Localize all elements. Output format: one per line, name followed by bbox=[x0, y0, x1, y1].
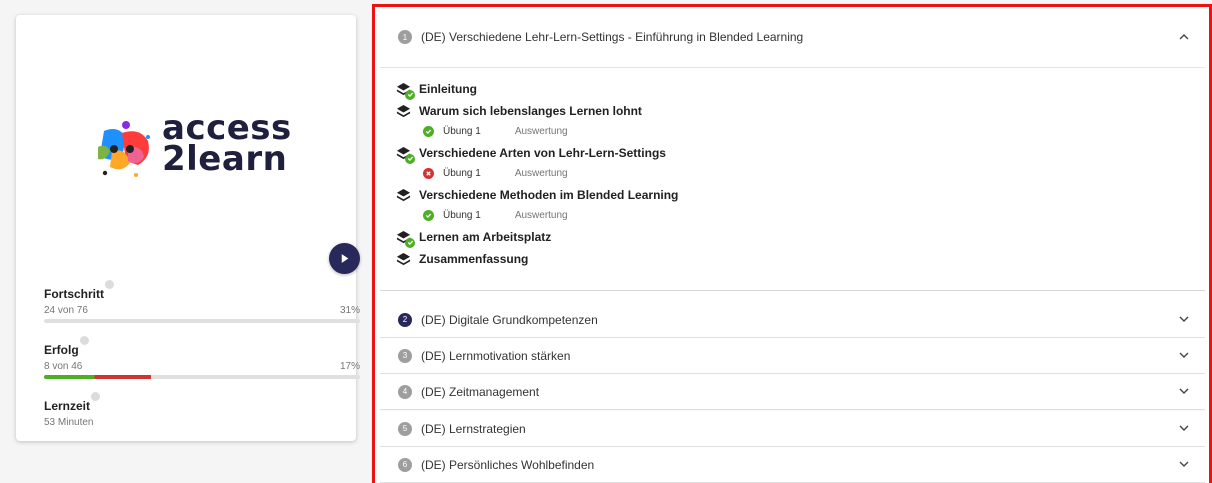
info-icon[interactable] bbox=[105, 280, 114, 289]
lesson-title: Warum sich lebenslanges Lernen lohnt bbox=[419, 104, 642, 118]
exercise-item: Übung 1 Auswertung bbox=[396, 120, 1205, 142]
course-card: access 2learn Fortschritt 24 von 76 31% … bbox=[16, 15, 360, 441]
chevron-down-icon[interactable] bbox=[1179, 423, 1189, 435]
section-header-1[interactable]: 1 (DE) Verschiedene Lehr-Lern-Settings -… bbox=[380, 7, 1205, 68]
layers-icon bbox=[396, 146, 415, 164]
success-label: Erfolg bbox=[44, 343, 79, 357]
lesson-title: Lernen am Arbeitsplatz bbox=[419, 230, 552, 244]
success-bar bbox=[44, 375, 360, 379]
section-number-badge: 5 bbox=[398, 421, 412, 436]
check-circle-icon bbox=[423, 125, 434, 137]
section-title: (DE) Verschiedene Lehr-Lern-Settings - E… bbox=[421, 30, 804, 44]
lesson-item[interactable]: Verschiedene Methoden im Blended Learnin… bbox=[396, 184, 1205, 206]
section-title: (DE) Persönliches Wohlbefinden bbox=[421, 457, 595, 472]
logo-text-line2: 2learn bbox=[162, 139, 288, 179]
success-percent: 17% bbox=[339, 361, 360, 372]
section-number-badge: 6 bbox=[398, 457, 412, 472]
layers-icon bbox=[396, 104, 411, 119]
logo-graphic bbox=[98, 121, 150, 177]
section-header-5[interactable]: 5 (DE) Lernstrategien bbox=[380, 411, 1205, 447]
chevron-down-icon[interactable] bbox=[1179, 350, 1189, 362]
progress-label: Fortschritt bbox=[44, 287, 104, 301]
check-circle-icon bbox=[405, 237, 415, 248]
learning-time-value: 53 Minuten bbox=[44, 417, 94, 428]
exercise-label[interactable]: Übung 1 bbox=[443, 168, 481, 179]
section-header-2[interactable]: 2 (DE) Digitale Grundkompetenzen bbox=[380, 302, 1205, 338]
lesson-item[interactable]: Einleitung bbox=[396, 78, 1205, 100]
lesson-title: Verschiedene Arten von Lehr-Lern-Setting… bbox=[419, 146, 666, 160]
section-expanded: 1 (DE) Verschiedene Lehr-Lern-Settings -… bbox=[380, 7, 1205, 291]
play-button[interactable] bbox=[329, 243, 360, 274]
play-icon bbox=[341, 254, 349, 263]
progress-count: 24 von 76 bbox=[44, 305, 88, 316]
success-count: 8 von 46 bbox=[44, 361, 83, 372]
evaluation-link[interactable]: Auswertung bbox=[515, 168, 568, 179]
section-number-badge: 1 bbox=[398, 30, 412, 44]
learning-time-stat: Lernzeit 53 Minuten bbox=[44, 392, 360, 428]
section-number-badge: 2 bbox=[398, 312, 412, 327]
section-header-6[interactable]: 6 (DE) Persönliches Wohlbefinden bbox=[380, 447, 1205, 483]
section-number-badge: 3 bbox=[398, 348, 412, 363]
progress-stat: Fortschritt 24 von 76 31% bbox=[44, 280, 360, 323]
lesson-title: Einleitung bbox=[419, 82, 477, 96]
section-header-3[interactable]: 3 (DE) Lernmotivation stärken bbox=[380, 338, 1205, 374]
layers-icon bbox=[396, 230, 415, 248]
section-number-badge: 4 bbox=[398, 384, 412, 399]
lesson-item[interactable]: Lernen am Arbeitsplatz bbox=[396, 226, 1205, 248]
lesson-item[interactable]: Verschiedene Arten von Lehr-Lern-Setting… bbox=[396, 142, 1205, 164]
layers-icon bbox=[396, 252, 411, 267]
lesson-title: Verschiedene Methoden im Blended Learnin… bbox=[419, 188, 679, 202]
chevron-up-icon[interactable] bbox=[1179, 31, 1189, 43]
evaluation-link[interactable]: Auswertung bbox=[515, 210, 568, 221]
course-page: access 2learn Fortschritt 24 von 76 31% … bbox=[0, 0, 1212, 483]
progress-bar bbox=[44, 319, 360, 323]
layers-icon bbox=[396, 82, 415, 100]
learning-time-label: Lernzeit bbox=[44, 399, 91, 413]
chevron-down-icon[interactable] bbox=[1179, 386, 1189, 398]
lesson-item[interactable]: Warum sich lebenslanges Lernen lohnt bbox=[396, 100, 1205, 122]
section-title: (DE) Lernstrategien bbox=[421, 421, 526, 436]
section-title: (DE) Lernmotivation stärken bbox=[421, 348, 571, 363]
exercise-item: Übung 1 Auswertung bbox=[396, 162, 1205, 184]
exercise-label[interactable]: Übung 1 bbox=[443, 126, 481, 137]
check-circle-icon bbox=[405, 89, 415, 100]
access2learn-logo: access 2learn bbox=[92, 107, 292, 197]
check-circle-icon bbox=[423, 209, 434, 221]
section-header-4[interactable]: 4 (DE) Zeitmanagement bbox=[380, 374, 1205, 410]
evaluation-link[interactable]: Auswertung bbox=[515, 126, 568, 137]
info-icon[interactable] bbox=[91, 392, 101, 401]
chevron-down-icon[interactable] bbox=[1179, 459, 1189, 471]
info-icon[interactable] bbox=[79, 336, 89, 345]
curriculum-panel: 1 (DE) Verschiedene Lehr-Lern-Settings -… bbox=[372, 4, 1212, 483]
lesson-title: Zusammenfassung bbox=[419, 252, 529, 266]
section-title: (DE) Digitale Grundkompetenzen bbox=[421, 312, 598, 327]
x-circle-icon bbox=[423, 167, 434, 179]
progress-percent: 31% bbox=[339, 305, 360, 316]
layers-icon bbox=[396, 188, 411, 203]
check-circle-icon bbox=[405, 153, 415, 164]
chevron-down-icon[interactable] bbox=[1179, 314, 1189, 326]
section-title: (DE) Zeitmanagement bbox=[421, 384, 540, 399]
lesson-list: Einleitung Warum sich lebenslanges Lernen… bbox=[380, 68, 1205, 270]
exercise-label[interactable]: Übung 1 bbox=[443, 210, 481, 221]
exercise-item: Übung 1 Auswertung bbox=[396, 204, 1205, 226]
success-stat: Erfolg 8 von 46 17% bbox=[44, 336, 360, 379]
lesson-item[interactable]: Zusammenfassung bbox=[396, 248, 1205, 270]
